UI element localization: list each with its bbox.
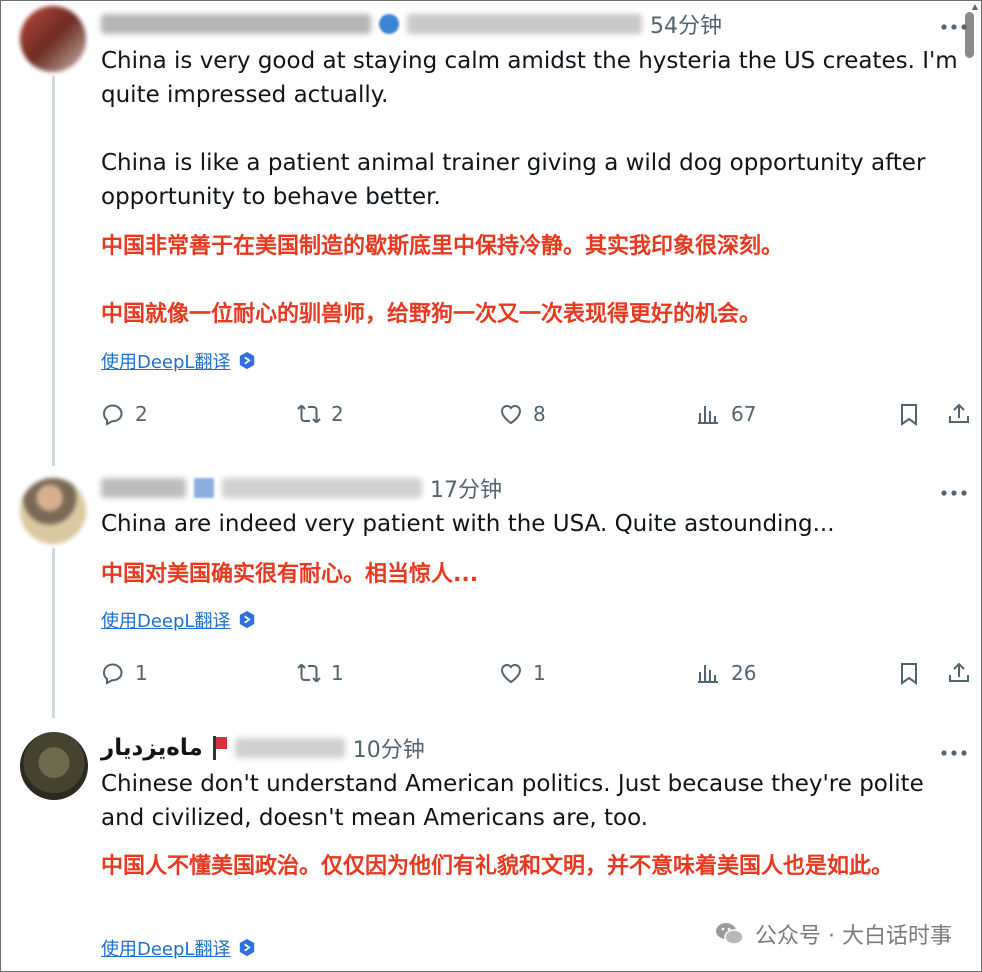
reply-count: 1 — [135, 661, 148, 685]
like-count: 1 — [533, 661, 546, 685]
translated-text: 中国人不懂美国政治。仅仅因为他们有礼貌和文明，并不意味着美国人也是如此。 — [101, 854, 894, 879]
bookmark-button[interactable] — [897, 661, 921, 689]
repost-icon — [297, 404, 321, 424]
deepl-icon — [240, 611, 255, 629]
translated-text: 中国非常善于在美国制造的歇斯底里中保持冷静。其实我印象很深刻。 中国就像一位耐心… — [101, 234, 784, 327]
avatar[interactable] — [20, 478, 86, 544]
timestamp[interactable]: 10分钟 — [353, 732, 425, 764]
reply-icon — [102, 404, 123, 426]
verified-icon — [194, 478, 214, 498]
translate-link[interactable]: 使用DeepL翻译 — [101, 935, 256, 961]
like-button[interactable]: 1 — [499, 661, 546, 685]
watermark: 公众号 · 大白话时事 — [715, 918, 952, 950]
thread-line — [52, 76, 55, 466]
repost-icon — [297, 663, 321, 683]
tweet-text: China are indeed very patient with the U… — [101, 511, 835, 537]
translate-label[interactable]: 使用DeepL翻译 — [101, 935, 230, 961]
thread-line — [52, 548, 55, 718]
timestamp[interactable]: 54分钟 — [650, 8, 722, 40]
tweet-text: China is very good at staying calm amids… — [101, 48, 958, 210]
avatar[interactable] — [20, 6, 86, 72]
views-button[interactable]: 26 — [697, 661, 756, 685]
like-button[interactable]: 8 — [499, 402, 546, 426]
reply-button[interactable]: 2 — [101, 402, 148, 426]
views-button[interactable]: 67 — [697, 402, 756, 426]
display-name[interactable]: ماه‌یزدیار — [101, 735, 203, 761]
display-name-blurred — [101, 478, 186, 498]
flag-icon — [211, 736, 227, 760]
like-icon — [500, 405, 522, 425]
tweet-header: 54分钟 — [101, 8, 722, 40]
share-button[interactable] — [947, 402, 971, 430]
action-bar: 1 1 1 26 — [101, 661, 976, 691]
translated-text: 中国对美国确实很有耐心。相当惊人... — [101, 562, 479, 587]
avatar[interactable] — [20, 732, 88, 800]
share-icon — [949, 662, 969, 682]
translate-label[interactable]: 使用DeepL翻译 — [101, 607, 230, 633]
deepl-icon — [240, 352, 255, 370]
scroll-up-arrow[interactable]: ▲ — [972, 2, 978, 11]
watermark-text: 公众号 · 大白话时事 — [755, 924, 952, 949]
views-icon — [698, 665, 718, 683]
translate-link[interactable]: 使用DeepL翻译 — [101, 348, 256, 374]
action-bar: 2 2 8 67 — [101, 402, 976, 432]
reply-icon — [102, 663, 123, 685]
repost-button[interactable]: 2 — [297, 402, 344, 426]
more-icon[interactable] — [940, 738, 968, 763]
more-icon[interactable] — [940, 12, 968, 37]
wechat-icon — [716, 923, 744, 945]
tweet-header: ماه‌یزدیار 10分钟 — [101, 732, 425, 764]
share-icon — [949, 403, 969, 423]
deepl-icon — [240, 939, 255, 957]
views-icon — [698, 406, 718, 424]
views-count: 26 — [731, 661, 757, 685]
repost-button[interactable]: 1 — [297, 661, 344, 685]
handle-blurred — [407, 14, 642, 34]
reply-button[interactable]: 1 — [101, 661, 148, 685]
timestamp[interactable]: 17分钟 — [430, 472, 502, 504]
like-count: 8 — [533, 402, 546, 426]
translate-link[interactable]: 使用DeepL翻译 — [101, 607, 256, 633]
repost-count: 1 — [331, 661, 344, 685]
verified-icon — [379, 14, 399, 34]
tweet-header: 17分钟 — [101, 472, 502, 504]
bookmark-icon — [901, 663, 917, 685]
views-count: 67 — [731, 402, 757, 426]
more-icon[interactable] — [940, 478, 968, 503]
tweet-text: Chinese don't understand American politi… — [101, 771, 924, 831]
share-button[interactable] — [947, 661, 971, 689]
handle-blurred — [234, 738, 345, 758]
display-name-blurred — [101, 14, 371, 34]
handle-blurred — [222, 478, 422, 498]
bookmark-icon — [901, 404, 917, 426]
bookmark-button[interactable] — [897, 402, 921, 430]
reply-count: 2 — [135, 402, 148, 426]
repost-count: 2 — [331, 402, 344, 426]
like-icon — [500, 664, 522, 684]
translate-label[interactable]: 使用DeepL翻译 — [101, 348, 230, 374]
